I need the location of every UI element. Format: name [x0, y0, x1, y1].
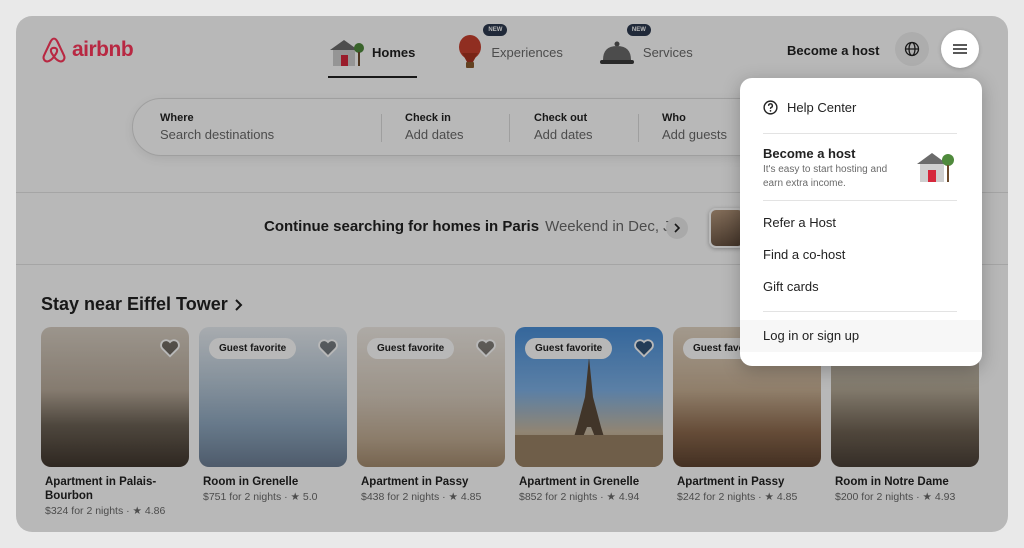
account-menu: Help Center Become a host It's easy to s… — [740, 78, 982, 366]
menu-item-label: Log in or sign up — [763, 328, 860, 343]
divider — [763, 200, 957, 201]
divider — [763, 311, 957, 312]
menu-item-find-cohost[interactable]: Find a co-host — [763, 247, 845, 262]
main-menu-button[interactable] — [941, 30, 979, 68]
menu-item-label: Refer a Host — [763, 215, 836, 230]
menu-item-refer-host[interactable]: Refer a Host — [763, 215, 836, 230]
airbnb-window: airbnb Homes NEW Experiences NEW Service… — [16, 16, 1008, 532]
menu-item-label: Help Center — [787, 100, 857, 115]
divider — [763, 133, 957, 134]
menu-item-label: Find a co-host — [763, 247, 846, 262]
menu-item-gift-cards[interactable]: Gift cards — [763, 279, 819, 294]
menu-item-help-center[interactable]: Help Center — [763, 100, 856, 115]
menu-item-login[interactable]: Log in or sign up — [740, 320, 982, 352]
help-circle-icon — [763, 100, 778, 115]
menu-item-become-host[interactable]: Become a host It's easy to start hosting… — [763, 146, 963, 191]
menu-host-subtitle: It's easy to start hosting and earn extr… — [763, 164, 888, 189]
hamburger-menu-icon — [953, 44, 967, 54]
house-icon — [917, 153, 954, 182]
menu-item-label: Gift cards — [763, 279, 819, 294]
